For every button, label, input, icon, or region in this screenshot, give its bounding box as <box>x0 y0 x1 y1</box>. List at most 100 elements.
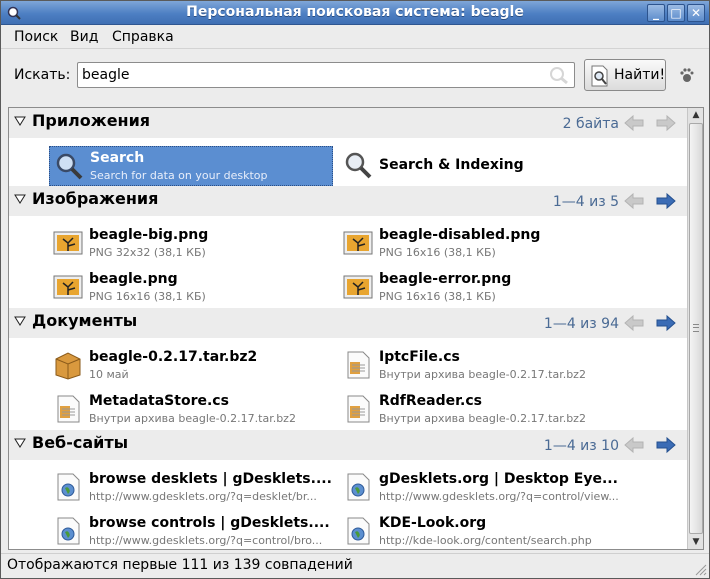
result-item-name: beagle-error.png <box>379 271 512 287</box>
category-count: 1—4 из 5 <box>552 194 619 210</box>
web-page-icon <box>57 517 80 545</box>
prev-page-icon[interactable] <box>623 192 645 210</box>
result-item-description: Внутри архива beagle-0.2.17.tar.bz2 <box>379 368 586 381</box>
image-icon <box>343 275 373 299</box>
results-pane[interactable]: Приложения 2 байта Search Search for dat… <box>8 107 704 550</box>
resize-grip-icon[interactable] <box>695 564 707 576</box>
search-input-value: beagle <box>82 67 130 83</box>
close-button[interactable]: ✕ <box>687 4 705 22</box>
result-item-image[interactable]: beagle-big.png PNG 32x32 (38,1 КБ) <box>49 224 329 264</box>
app-window: Персональная поисковая система: beagle _… <box>0 0 710 579</box>
category-header-websites[interactable]: Веб-сайты 1—4 из 10 <box>9 430 687 460</box>
category-count: 2 байта <box>562 116 619 132</box>
result-item-description: Search for data on your desktop <box>90 169 268 182</box>
result-item-name: IptcFile.cs <box>379 349 460 365</box>
result-item-website[interactable]: KDE-Look.org http://kde-look.org/content… <box>339 512 619 549</box>
web-page-icon <box>57 473 80 501</box>
result-item-document[interactable]: MetadataStore.cs Внутри архива beagle-0.… <box>49 390 329 430</box>
result-item-description: Внутри архива beagle-0.2.17.tar.bz2 <box>89 412 296 425</box>
vertical-scrollbar[interactable]: ▲ ▼ <box>687 108 703 549</box>
result-item-description: http://www.gdesklets.org/?q=desklet/br..… <box>89 490 317 503</box>
expander-icon[interactable] <box>14 194 26 204</box>
result-item-description: http://www.gdesklets.org/?q=control/bro.… <box>89 534 323 547</box>
result-item-description: PNG 16x16 (38,1 КБ) <box>379 246 496 259</box>
menu-bar: Поиск Вид Справка <box>1 25 709 49</box>
result-item-name: beagle-big.png <box>89 227 209 243</box>
menu-search[interactable]: Поиск <box>14 29 58 45</box>
expander-icon[interactable] <box>14 316 26 326</box>
result-item-name: gDesklets.org | Desktop Eye... <box>379 471 618 487</box>
find-button-label: Найти! <box>614 67 666 83</box>
expander-icon[interactable] <box>14 438 26 448</box>
result-item-name: MetadataStore.cs <box>89 393 229 409</box>
category-title: Изображения <box>32 189 159 208</box>
result-item-website[interactable]: browse desklets | gDesklets.... http://w… <box>49 468 332 508</box>
result-item-search-indexing[interactable]: Search & Indexing <box>339 146 619 186</box>
category-header-images[interactable]: Изображения 1—4 из 5 <box>9 186 687 216</box>
source-file-icon <box>57 395 80 423</box>
magnifier-icon <box>550 67 568 85</box>
title-bar[interactable]: Персональная поисковая система: beagle _… <box>1 1 709 25</box>
next-page-icon[interactable] <box>655 114 677 132</box>
footprint-icon <box>680 68 694 82</box>
grip-icon <box>693 324 699 332</box>
prev-page-icon[interactable] <box>623 314 645 332</box>
search-label: Искать: <box>14 67 71 83</box>
result-item-search-app[interactable]: Search Search for data on your desktop <box>49 146 333 186</box>
result-item-name: Search & Indexing <box>379 157 524 173</box>
result-item-image[interactable]: beagle-error.png PNG 16x16 (38,1 КБ) <box>339 268 619 308</box>
result-item-image[interactable]: beagle.png PNG 16x16 (38,1 КБ) <box>49 268 329 308</box>
result-item-description: Внутри архива beagle-0.2.17.tar.bz2 <box>379 412 586 425</box>
find-button[interactable]: Найти! <box>584 59 666 91</box>
image-icon <box>53 275 83 299</box>
prev-page-icon[interactable] <box>623 436 645 454</box>
prev-page-icon[interactable] <box>623 114 645 132</box>
category-title: Документы <box>32 311 138 330</box>
source-file-icon <box>347 395 370 423</box>
search-icon <box>56 153 83 180</box>
minimize-button[interactable]: _ <box>647 4 665 22</box>
result-item-description: PNG 16x16 (38,1 КБ) <box>379 290 496 303</box>
archive-icon <box>55 352 81 380</box>
result-item-document[interactable]: IptcFile.cs Внутри архива beagle-0.2.17.… <box>339 346 619 386</box>
next-page-icon[interactable] <box>655 314 677 332</box>
menu-help[interactable]: Справка <box>112 29 174 45</box>
category-header-applications[interactable]: Приложения 2 байта <box>9 108 687 138</box>
result-item-document[interactable]: beagle-0.2.17.tar.bz2 10 май <box>49 346 329 386</box>
result-item-description: PNG 32x32 (38,1 КБ) <box>89 246 206 259</box>
result-item-name: browse desklets | gDesklets.... <box>89 471 332 487</box>
status-bar: Отображаются первые 111 из 139 совпадени… <box>1 553 709 578</box>
result-item-description: 10 май <box>89 368 129 381</box>
result-item-website[interactable]: gDesklets.org | Desktop Eye... http://ww… <box>339 468 619 508</box>
category-title: Веб-сайты <box>32 433 129 452</box>
result-item-description: http://www.gdesklets.org/?q=control/view… <box>379 490 619 503</box>
menu-view[interactable]: Вид <box>70 29 98 45</box>
expander-icon[interactable] <box>14 116 26 126</box>
result-item-name: browse controls | gDesklets.... <box>89 515 330 531</box>
maximize-button[interactable]: □ <box>667 4 685 22</box>
scrollbar-thumb[interactable] <box>689 123 703 534</box>
result-item-name: beagle-disabled.png <box>379 227 541 243</box>
source-file-icon <box>347 351 370 379</box>
next-page-icon[interactable] <box>655 436 677 454</box>
search-input[interactable]: beagle <box>77 62 575 88</box>
category-header-documents[interactable]: Документы 1—4 из 94 <box>9 308 687 338</box>
result-item-description: PNG 16x16 (38,1 КБ) <box>89 290 206 303</box>
image-icon <box>53 231 83 255</box>
result-item-name: KDE-Look.org <box>379 515 487 531</box>
result-item-name: Search <box>90 150 145 166</box>
result-item-image[interactable]: beagle-disabled.png PNG 16x16 (38,1 КБ) <box>339 224 619 264</box>
scroll-up-icon[interactable]: ▲ <box>689 108 703 122</box>
result-item-website[interactable]: browse controls | gDesklets.... http://w… <box>49 512 330 549</box>
next-page-icon[interactable] <box>655 192 677 210</box>
category-count: 1—4 из 94 <box>543 316 619 332</box>
result-item-name: beagle-0.2.17.tar.bz2 <box>89 349 258 365</box>
find-icon <box>591 65 608 87</box>
result-item-document[interactable]: RdfReader.cs Внутри архива beagle-0.2.17… <box>339 390 619 430</box>
image-icon <box>343 231 373 255</box>
category-count: 1—4 из 10 <box>543 438 619 454</box>
web-page-icon <box>347 517 370 545</box>
web-page-icon <box>347 473 370 501</box>
result-item-description: http://kde-look.org/content/search.php <box>379 534 592 547</box>
scroll-down-icon[interactable]: ▼ <box>689 535 703 549</box>
